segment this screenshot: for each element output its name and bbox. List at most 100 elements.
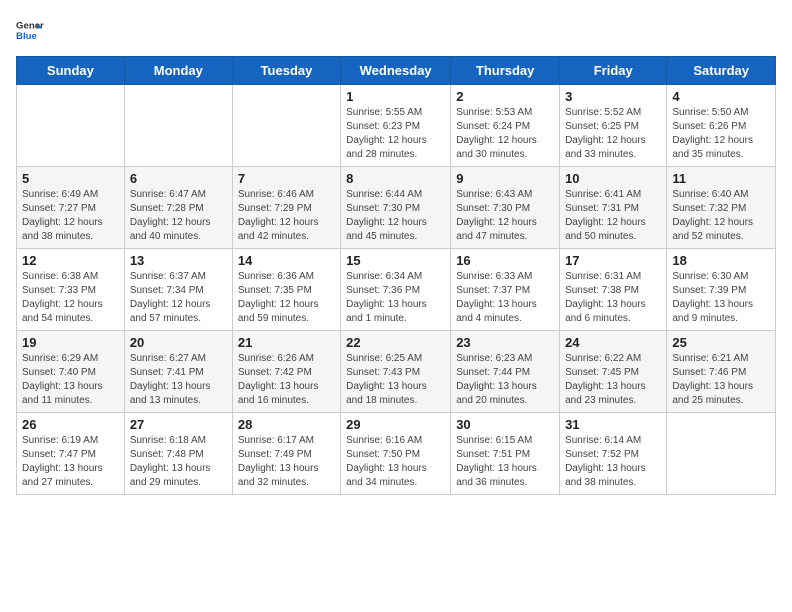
day-number: 8 <box>346 171 445 186</box>
weekday-header-friday: Friday <box>560 57 667 85</box>
day-number: 21 <box>238 335 335 350</box>
day-info: Sunrise: 6:40 AM Sunset: 7:32 PM Dayligh… <box>672 188 770 244</box>
logo: General Blue <box>16 16 44 44</box>
calendar-week-row: 12 Sunrise: 6:38 AM Sunset: 7:33 PM Dayli… <box>17 249 776 331</box>
day-info: Sunrise: 6:38 AM Sunset: 7:33 PM Dayligh… <box>22 270 119 326</box>
day-number: 30 <box>456 417 554 432</box>
day-number: 12 <box>22 253 119 268</box>
day-number: 2 <box>456 89 554 104</box>
day-number: 10 <box>565 171 661 186</box>
day-number: 19 <box>22 335 119 350</box>
calendar-cell <box>232 85 340 167</box>
day-info: Sunrise: 6:43 AM Sunset: 7:30 PM Dayligh… <box>456 188 554 244</box>
calendar-week-row: 1 Sunrise: 5:55 AM Sunset: 6:23 PM Daylig… <box>17 85 776 167</box>
calendar-cell: 18 Sunrise: 6:30 AM Sunset: 7:39 PM Dayli… <box>667 249 776 331</box>
day-number: 5 <box>22 171 119 186</box>
day-info: Sunrise: 6:46 AM Sunset: 7:29 PM Dayligh… <box>238 188 335 244</box>
weekday-header-row: SundayMondayTuesdayWednesdayThursdayFrid… <box>17 57 776 85</box>
day-number: 25 <box>672 335 770 350</box>
day-info: Sunrise: 6:49 AM Sunset: 7:27 PM Dayligh… <box>22 188 119 244</box>
day-info: Sunrise: 6:23 AM Sunset: 7:44 PM Dayligh… <box>456 352 554 408</box>
day-info: Sunrise: 6:34 AM Sunset: 7:36 PM Dayligh… <box>346 270 445 326</box>
page-header: General Blue <box>16 16 776 44</box>
calendar-cell: 4 Sunrise: 5:50 AM Sunset: 6:26 PM Daylig… <box>667 85 776 167</box>
calendar-cell: 27 Sunrise: 6:18 AM Sunset: 7:48 PM Dayli… <box>124 413 232 495</box>
day-info: Sunrise: 6:47 AM Sunset: 7:28 PM Dayligh… <box>130 188 227 244</box>
day-number: 31 <box>565 417 661 432</box>
calendar-cell: 28 Sunrise: 6:17 AM Sunset: 7:49 PM Dayli… <box>232 413 340 495</box>
day-number: 4 <box>672 89 770 104</box>
day-number: 11 <box>672 171 770 186</box>
day-info: Sunrise: 6:29 AM Sunset: 7:40 PM Dayligh… <box>22 352 119 408</box>
calendar-cell: 22 Sunrise: 6:25 AM Sunset: 7:43 PM Dayli… <box>341 331 451 413</box>
day-info: Sunrise: 6:22 AM Sunset: 7:45 PM Dayligh… <box>565 352 661 408</box>
calendar-week-row: 19 Sunrise: 6:29 AM Sunset: 7:40 PM Dayli… <box>17 331 776 413</box>
day-number: 24 <box>565 335 661 350</box>
day-info: Sunrise: 5:53 AM Sunset: 6:24 PM Dayligh… <box>456 106 554 162</box>
day-number: 23 <box>456 335 554 350</box>
calendar-week-row: 26Sunrise: 6:19 AM Sunset: 7:47 PM Dayli… <box>17 413 776 495</box>
day-info: Sunrise: 6:14 AM Sunset: 7:52 PM Dayligh… <box>565 434 661 490</box>
day-number: 28 <box>238 417 335 432</box>
calendar-cell: 16 Sunrise: 6:33 AM Sunset: 7:37 PM Dayli… <box>451 249 560 331</box>
weekday-header-sunday: Sunday <box>17 57 125 85</box>
calendar-cell: 8 Sunrise: 6:44 AM Sunset: 7:30 PM Daylig… <box>341 167 451 249</box>
day-number: 29 <box>346 417 445 432</box>
calendar-cell: 20Sunrise: 6:27 AM Sunset: 7:41 PM Dayli… <box>124 331 232 413</box>
weekday-header-monday: Monday <box>124 57 232 85</box>
day-info: Sunrise: 6:44 AM Sunset: 7:30 PM Dayligh… <box>346 188 445 244</box>
day-info: Sunrise: 5:55 AM Sunset: 6:23 PM Dayligh… <box>346 106 445 162</box>
day-info: Sunrise: 5:50 AM Sunset: 6:26 PM Dayligh… <box>672 106 770 162</box>
logo-icon: General Blue <box>16 16 44 44</box>
calendar-cell: 11 Sunrise: 6:40 AM Sunset: 7:32 PM Dayli… <box>667 167 776 249</box>
weekday-header-wednesday: Wednesday <box>341 57 451 85</box>
svg-text:General: General <box>16 20 44 31</box>
day-number: 9 <box>456 171 554 186</box>
day-number: 15 <box>346 253 445 268</box>
calendar-cell <box>667 413 776 495</box>
day-number: 18 <box>672 253 770 268</box>
day-info: Sunrise: 6:19 AM Sunset: 7:47 PM Dayligh… <box>22 434 119 490</box>
day-info: Sunrise: 5:52 AM Sunset: 6:25 PM Dayligh… <box>565 106 661 162</box>
day-number: 1 <box>346 89 445 104</box>
day-number: 20 <box>130 335 227 350</box>
day-info: Sunrise: 6:25 AM Sunset: 7:43 PM Dayligh… <box>346 352 445 408</box>
day-number: 27 <box>130 417 227 432</box>
day-number: 16 <box>456 253 554 268</box>
day-info: Sunrise: 6:17 AM Sunset: 7:49 PM Dayligh… <box>238 434 335 490</box>
calendar-cell: 3 Sunrise: 5:52 AM Sunset: 6:25 PM Daylig… <box>560 85 667 167</box>
day-number: 22 <box>346 335 445 350</box>
calendar-cell: 17 Sunrise: 6:31 AM Sunset: 7:38 PM Dayli… <box>560 249 667 331</box>
calendar-cell: 21 Sunrise: 6:26 AM Sunset: 7:42 PM Dayli… <box>232 331 340 413</box>
calendar-cell: 9 Sunrise: 6:43 AM Sunset: 7:30 PM Daylig… <box>451 167 560 249</box>
day-info: Sunrise: 6:31 AM Sunset: 7:38 PM Dayligh… <box>565 270 661 326</box>
weekday-header-thursday: Thursday <box>451 57 560 85</box>
calendar-cell: 25 Sunrise: 6:21 AM Sunset: 7:46 PM Dayli… <box>667 331 776 413</box>
day-info: Sunrise: 6:18 AM Sunset: 7:48 PM Dayligh… <box>130 434 227 490</box>
calendar-cell: 31 Sunrise: 6:14 AM Sunset: 7:52 PM Dayli… <box>560 413 667 495</box>
day-number: 7 <box>238 171 335 186</box>
calendar-cell: 5 Sunrise: 6:49 AM Sunset: 7:27 PM Daylig… <box>17 167 125 249</box>
calendar-cell: 26Sunrise: 6:19 AM Sunset: 7:47 PM Dayli… <box>17 413 125 495</box>
day-number: 14 <box>238 253 335 268</box>
day-info: Sunrise: 6:15 AM Sunset: 7:51 PM Dayligh… <box>456 434 554 490</box>
calendar-cell: 6Sunrise: 6:47 AM Sunset: 7:28 PM Daylig… <box>124 167 232 249</box>
calendar-cell: 2 Sunrise: 5:53 AM Sunset: 6:24 PM Daylig… <box>451 85 560 167</box>
day-number: 3 <box>565 89 661 104</box>
calendar-cell: 23 Sunrise: 6:23 AM Sunset: 7:44 PM Dayli… <box>451 331 560 413</box>
calendar-cell: 12 Sunrise: 6:38 AM Sunset: 7:33 PM Dayli… <box>17 249 125 331</box>
calendar-cell: 15 Sunrise: 6:34 AM Sunset: 7:36 PM Dayli… <box>341 249 451 331</box>
day-info: Sunrise: 6:30 AM Sunset: 7:39 PM Dayligh… <box>672 270 770 326</box>
weekday-header-tuesday: Tuesday <box>232 57 340 85</box>
day-info: Sunrise: 6:33 AM Sunset: 7:37 PM Dayligh… <box>456 270 554 326</box>
weekday-header-saturday: Saturday <box>667 57 776 85</box>
day-info: Sunrise: 6:21 AM Sunset: 7:46 PM Dayligh… <box>672 352 770 408</box>
day-number: 17 <box>565 253 661 268</box>
day-info: Sunrise: 6:26 AM Sunset: 7:42 PM Dayligh… <box>238 352 335 408</box>
calendar-table: SundayMondayTuesdayWednesdayThursdayFrid… <box>16 56 776 495</box>
day-info: Sunrise: 6:37 AM Sunset: 7:34 PM Dayligh… <box>130 270 227 326</box>
calendar-cell: 7 Sunrise: 6:46 AM Sunset: 7:29 PM Daylig… <box>232 167 340 249</box>
calendar-cell <box>124 85 232 167</box>
calendar-cell: 13Sunrise: 6:37 AM Sunset: 7:34 PM Dayli… <box>124 249 232 331</box>
day-info: Sunrise: 6:36 AM Sunset: 7:35 PM Dayligh… <box>238 270 335 326</box>
